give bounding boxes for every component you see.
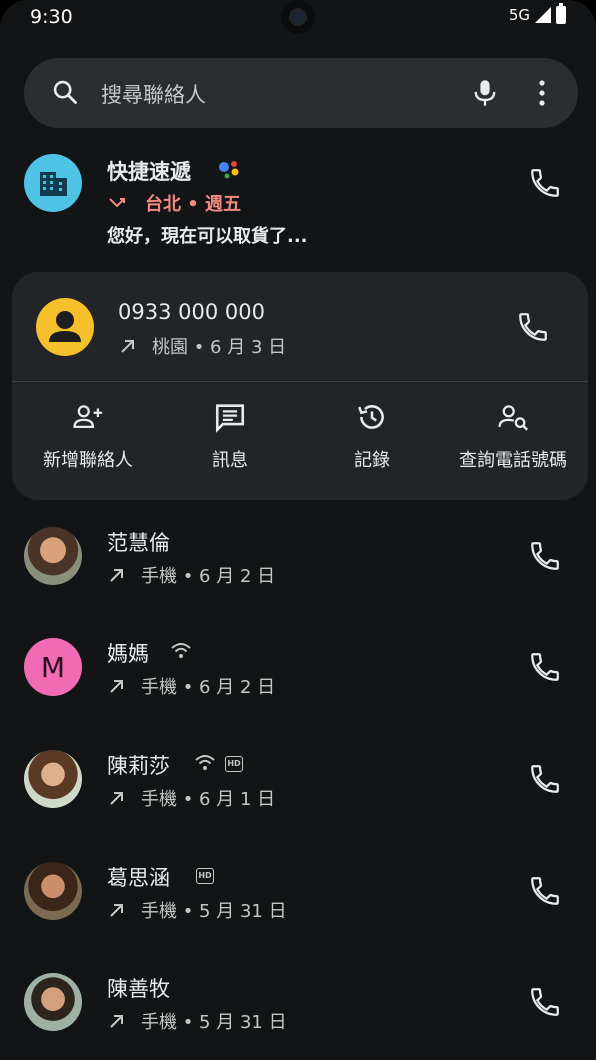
business-meta: 台北 • 週五	[107, 190, 241, 216]
call-log-row[interactable]: 陳善牧 手機 • 5 月 31 日	[0, 973, 596, 1060]
hd-call-icon: HD	[225, 756, 243, 772]
message-label: 訊息	[212, 450, 248, 471]
status-icons: 5G	[508, 3, 566, 24]
wifi-call-icon	[171, 643, 191, 658]
call-icon[interactable]	[528, 166, 562, 200]
caller-meta: 桃園 • 6 月 3 日	[118, 333, 286, 359]
add-contact-label: 新增聯絡人	[43, 450, 133, 471]
contact-meta: 手機 • 6 月 2 日	[107, 673, 275, 699]
contact-meta: 手機 • 5 月 31 日	[107, 897, 287, 923]
wifi-call-icon	[195, 755, 215, 770]
call-icon[interactable]	[528, 874, 562, 908]
contact-meta-text: 手機 • 6 月 2 日	[141, 677, 276, 698]
network-label: 5G	[508, 6, 530, 24]
call-log-row[interactable]: 范慧倫 手機 • 6 月 2 日	[0, 527, 596, 627]
contact-name: 媽媽	[107, 642, 149, 666]
history-button[interactable]: 記錄	[297, 400, 447, 472]
missed-call-icon	[109, 198, 125, 208]
contact-meta-text: 手機 • 6 月 2 日	[141, 566, 276, 587]
building-icon	[40, 172, 67, 196]
outgoing-call-icon	[110, 1015, 123, 1028]
contact-meta-text: 手機 • 5 月 31 日	[141, 1012, 287, 1033]
expanded-call-card[interactable]: 0933 000 000 桃園 • 6 月 3 日 新增聯絡人 訊息 記錄 查詢…	[12, 272, 588, 500]
outgoing-call-icon	[121, 340, 134, 353]
business-call-row[interactable]: 快捷速遞 台北 • 週五 您好，現在可以取貨了...	[0, 150, 596, 260]
call-log-row[interactable]: M 媽媽 手機 • 6 月 2 日	[0, 638, 596, 738]
add-contact-button[interactable]: 新增聯絡人	[13, 400, 163, 472]
history-label: 記錄	[354, 450, 390, 471]
contact-name: 葛思涵	[107, 866, 170, 890]
outgoing-call-icon	[110, 904, 123, 917]
outgoing-call-icon	[110, 680, 123, 693]
status-bar: 9:30 5G	[0, 0, 596, 36]
signal-icon	[535, 7, 551, 23]
lookup-number-button[interactable]: 查詢電話號碼	[438, 400, 588, 472]
person-icon	[49, 311, 81, 342]
contact-initial: M	[40, 650, 66, 684]
contact-photo	[24, 973, 82, 1031]
call-icon[interactable]	[528, 539, 562, 573]
add-person-icon	[73, 405, 103, 429]
verified-business-icon	[219, 161, 239, 179]
outgoing-call-icon	[110, 569, 123, 582]
search-icon[interactable]	[51, 78, 79, 106]
card-divider	[12, 381, 588, 382]
hd-call-icon: HD	[196, 868, 214, 884]
business-message: 您好，現在可以取貨了...	[107, 226, 308, 247]
history-icon	[358, 405, 384, 429]
caller-number: 0933 000 000	[118, 300, 265, 324]
battery-icon	[556, 3, 566, 24]
contact-meta-text: 手機 • 5 月 31 日	[141, 901, 287, 922]
contact-name: 陳善牧	[107, 977, 170, 1001]
contact-photo	[24, 527, 82, 585]
call-icon[interactable]	[528, 985, 562, 1019]
search-bar[interactable]: 搜尋聯絡人	[24, 58, 578, 128]
more-options-icon[interactable]	[536, 78, 548, 108]
contact-meta: 手機 • 6 月 2 日	[107, 562, 275, 588]
phone-screen: 9:30 5G 搜尋聯絡人 快捷速遞 台北 • 週五 您好，現在可以取貨了...…	[0, 0, 596, 1060]
call-log-row[interactable]: 葛思涵 HD 手機 • 5 月 31 日	[0, 862, 596, 962]
call-icon[interactable]	[528, 650, 562, 684]
microphone-icon[interactable]	[471, 78, 499, 108]
unknown-caller-avatar	[36, 298, 94, 356]
business-meta-text: 台北 • 週五	[145, 194, 242, 215]
front-camera	[281, 0, 315, 34]
contact-photo	[24, 862, 82, 920]
call-log-row[interactable]: 陳莉莎 HD 手機 • 6 月 1 日	[0, 750, 596, 850]
contact-meta-text: 手機 • 6 月 1 日	[141, 789, 276, 810]
call-icon[interactable]	[528, 762, 562, 796]
caller-meta-text: 桃園 • 6 月 3 日	[152, 337, 287, 358]
contact-name: 范慧倫	[107, 531, 170, 555]
outgoing-call-icon	[110, 792, 123, 805]
search-input[interactable]: 搜尋聯絡人	[101, 79, 206, 109]
contact-initial-avatar: M	[24, 638, 82, 696]
business-name: 快捷速遞	[107, 160, 191, 184]
message-button[interactable]: 訊息	[155, 400, 305, 472]
message-icon	[215, 404, 245, 433]
call-icon[interactable]	[516, 310, 550, 344]
status-time: 9:30	[30, 6, 73, 28]
contact-name: 陳莉莎	[107, 754, 170, 778]
contact-meta: 手機 • 5 月 31 日	[107, 1008, 287, 1034]
business-avatar	[24, 154, 82, 212]
contact-photo	[24, 750, 82, 808]
lookup-number-label: 查詢電話號碼	[459, 450, 567, 471]
person-search-icon	[498, 405, 529, 431]
contact-meta: 手機 • 6 月 1 日	[107, 785, 275, 811]
